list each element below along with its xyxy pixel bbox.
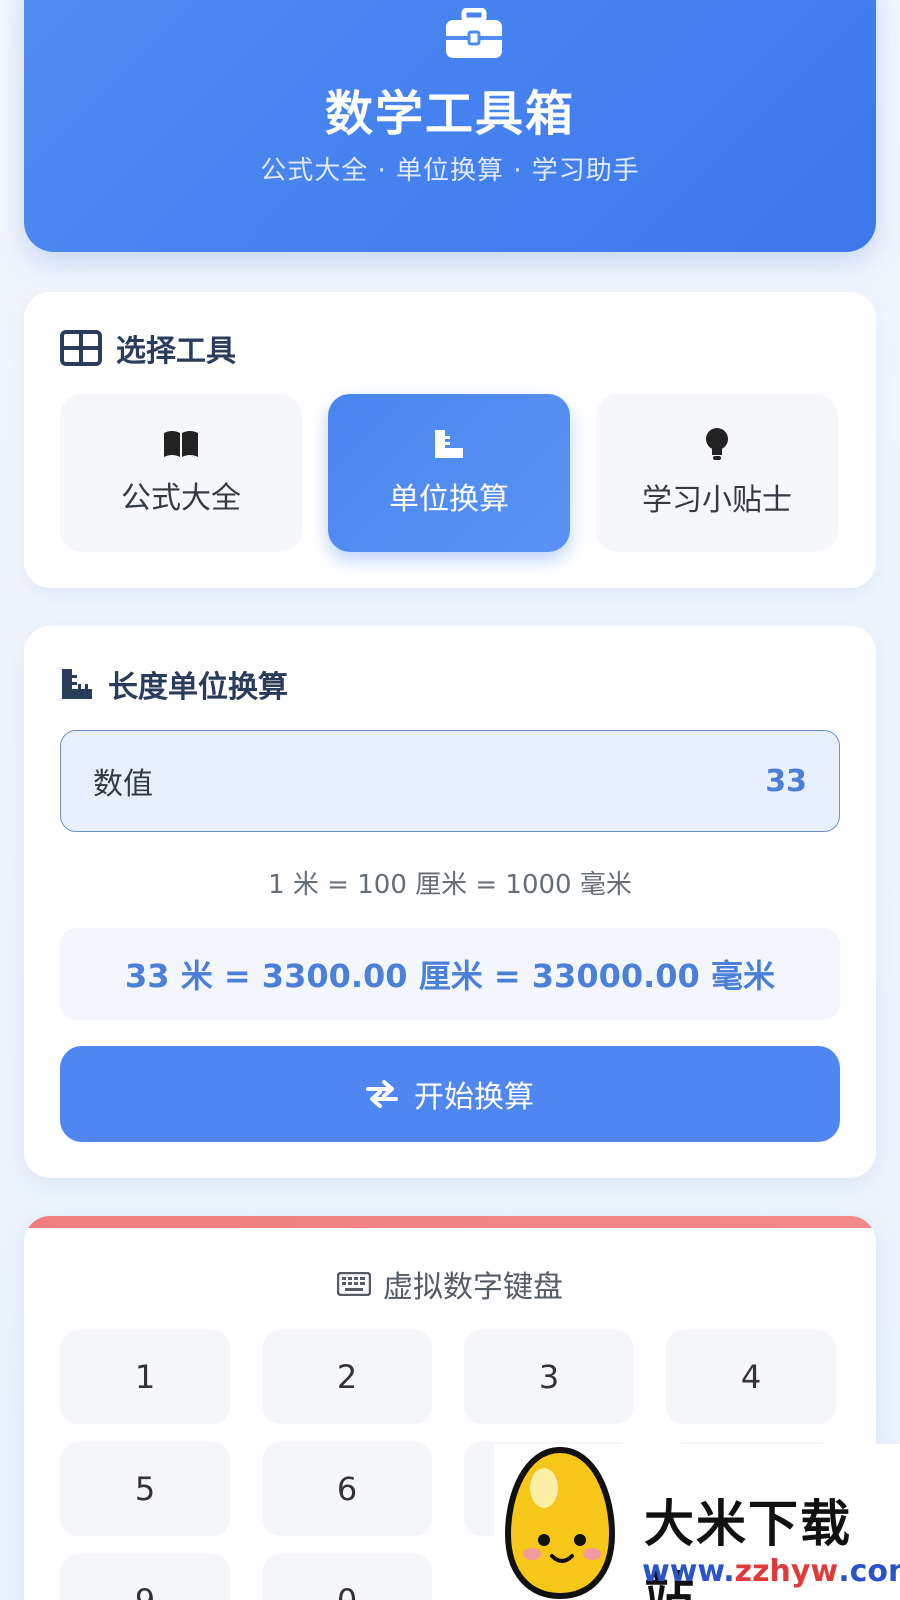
value-input-field[interactable]: 数值 33 <box>60 730 840 832</box>
toolbox-icon <box>446 8 502 58</box>
watermark-url: www.zzhyw.com <box>642 1554 900 1589</box>
tool-study-tips-button[interactable]: 学习小贴士 <box>596 394 838 552</box>
app-title: 数学工具箱 <box>324 86 575 142</box>
tool-study-tips-label: 学习小贴士 <box>642 483 792 518</box>
watermark-url-suffix: .com <box>838 1554 900 1589</box>
converter-heading: 长度单位换算 <box>60 662 288 706</box>
app-page: 数学工具箱 公式大全 · 单位换算 · 学习助手 选择工具 公式大全 单位换算 … <box>0 0 900 1600</box>
key-4[interactable]: 4 <box>666 1330 836 1424</box>
ruler-icon <box>62 669 92 699</box>
book-icon <box>164 431 198 457</box>
swap-arrows-icon <box>366 1080 398 1108</box>
tool-formulas-button[interactable]: 公式大全 <box>60 394 302 552</box>
start-conversion-button[interactable]: 开始换算 <box>60 1046 840 1142</box>
ruler-icon <box>435 430 463 458</box>
length-converter-card: 长度单位换算 数值 33 1 米 = 100 厘米 = 1000 毫米 33 米… <box>24 626 876 1178</box>
key-1[interactable]: 1 <box>60 1330 230 1424</box>
conversion-formula: 1 米 = 100 厘米 = 1000 毫米 <box>268 870 632 900</box>
site-watermark: 大米下载站 www.zzhyw.com <box>494 1444 900 1600</box>
converter-title: 长度单位换算 <box>108 670 288 705</box>
key-5[interactable]: 5 <box>60 1442 230 1536</box>
keyboard-icon <box>337 1272 371 1296</box>
tool-unit-conversion-label: 单位换算 <box>389 482 509 517</box>
key-0[interactable]: 0 <box>262 1554 432 1600</box>
tool-unit-conversion-button[interactable]: 单位换算 <box>328 394 570 552</box>
tool-select-card: 选择工具 公式大全 单位换算 学习小贴士 <box>24 292 876 588</box>
key-9[interactable]: 9 <box>60 1554 230 1600</box>
tool-select-heading: 选择工具 <box>60 326 236 370</box>
value-field-value[interactable]: 33 <box>765 764 807 799</box>
conversion-result: 33 米 = 3300.00 厘米 = 33000.00 毫米 <box>60 928 840 1020</box>
app-header: 数学工具箱 公式大全 · 单位换算 · 学习助手 <box>24 0 876 252</box>
tool-grid: 公式大全 单位换算 学习小贴士 <box>60 394 838 552</box>
watermark-url-domain: zzhyw <box>734 1554 839 1589</box>
keyboard-heading: 虚拟数字键盘 <box>24 1262 876 1306</box>
grid-icon <box>60 330 102 366</box>
start-conversion-label: 开始换算 <box>414 1080 534 1115</box>
watermark-url-prefix: www. <box>642 1554 735 1589</box>
value-field-label: 数值 <box>93 767 153 802</box>
lightbulb-icon <box>706 428 728 460</box>
keyboard-title: 虚拟数字键盘 <box>383 1270 563 1305</box>
tool-formulas-label: 公式大全 <box>121 481 241 516</box>
app-subtitle: 公式大全 · 单位换算 · 学习助手 <box>260 156 640 186</box>
rice-mascot-logo <box>504 1446 616 1600</box>
key-3[interactable]: 3 <box>464 1330 634 1424</box>
key-6[interactable]: 6 <box>262 1442 432 1536</box>
key-2[interactable]: 2 <box>262 1330 432 1424</box>
tool-select-title: 选择工具 <box>116 334 236 369</box>
conversion-result-text: 33 米 = 3300.00 厘米 = 33000.00 毫米 <box>125 957 775 995</box>
